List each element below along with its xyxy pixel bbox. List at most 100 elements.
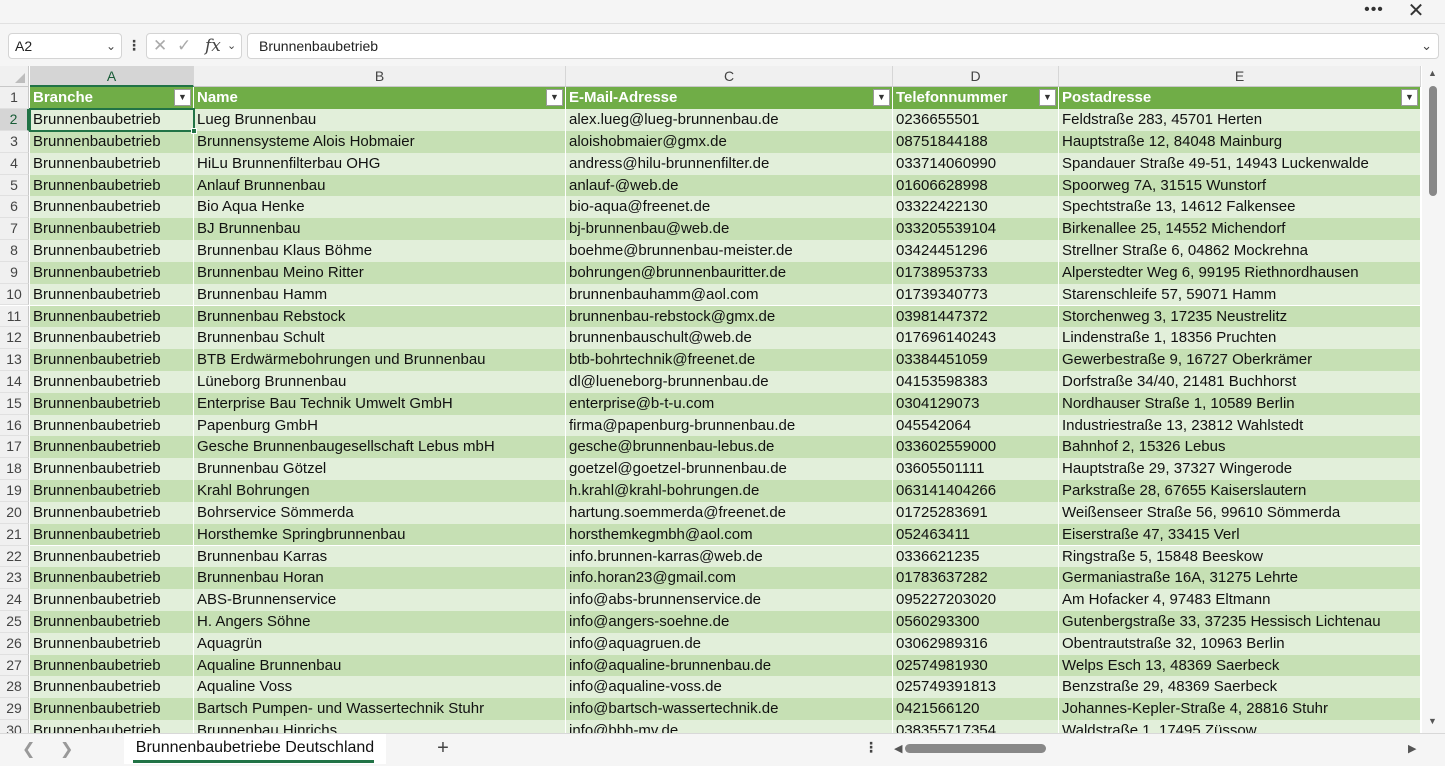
table-cell-postadresse[interactable]: Ringstraße 5, 15848 Beeskow [1059, 545, 1421, 568]
table-cell-email[interactable]: bohrungen@brunnenbauritter.de [566, 261, 893, 284]
table-cell-postadresse[interactable]: Birkenallee 25, 14552 Michendorf [1059, 218, 1421, 241]
table-cell-email[interactable]: firma@papenburg-brunnenbau.de [566, 414, 893, 437]
table-cell-email[interactable]: info.horan23@gmail.com [566, 567, 893, 590]
table-cell-name[interactable]: Bartsch Pumpen- und Wassertechnik Stuhr [194, 698, 566, 721]
table-cell-name[interactable]: H. Angers Söhne [194, 610, 566, 633]
spreadsheet-grid[interactable]: A B C D E 1 Branche ▼ Name ▼ E-Mail-Adresse ▼ Telefo… [0, 66, 1422, 733]
table-cell-telefon[interactable]: 03062989316 [893, 632, 1059, 655]
row-header[interactable]: 29 [0, 698, 29, 721]
scroll-up-icon[interactable]: ▲ [1428, 68, 1437, 78]
table-cell-telefon[interactable]: 033714060990 [893, 152, 1059, 175]
table-cell-name[interactable]: Enterprise Bau Technik Umwelt GmbH [194, 392, 566, 415]
table-cell-name[interactable]: Brunnenbau Karras [194, 545, 566, 568]
table-cell-branche[interactable]: Brunnenbaubetrieb [30, 589, 194, 611]
table-cell-telefon[interactable]: 063141404266 [893, 480, 1059, 502]
row-header[interactable]: 13 [0, 349, 29, 371]
table-cell-postadresse[interactable]: Hauptstraße 12, 84048 Mainburg [1059, 130, 1421, 153]
table-cell-name[interactable]: Lueg Brunnenbau [194, 109, 566, 131]
table-cell-postadresse[interactable]: Benzstraße 29, 48369 Saerbeck [1059, 676, 1421, 699]
table-cell-telefon[interactable]: 04153598383 [893, 370, 1059, 393]
table-cell-email[interactable]: h.krahl@krahl-bohrungen.de [566, 480, 893, 502]
row-header[interactable]: 1 [0, 87, 29, 110]
table-cell-name[interactable]: Brunnenbau Götzel [194, 458, 566, 481]
horizontal-scroll-thumb[interactable] [905, 744, 1046, 753]
table-cell-email[interactable]: hartung.soemmerda@freenet.de [566, 501, 893, 524]
row-header[interactable]: 8 [0, 240, 29, 262]
table-cell-name[interactable]: BTB Erdwärmebohrungen und Brunnenbau [194, 349, 566, 371]
row-header[interactable]: 17 [0, 436, 29, 459]
table-cell-postadresse[interactable]: Alperstedter Weg 6, 99195 Riethnordhause… [1059, 261, 1421, 284]
row-header[interactable]: 30 [0, 720, 29, 733]
table-cell-branche[interactable]: Brunnenbaubetrieb [30, 392, 194, 415]
table-cell-postadresse[interactable]: Feldstraße 283, 45701 Herten [1059, 109, 1421, 131]
table-cell-email[interactable]: anlauf-@web.de [566, 174, 893, 197]
row-header[interactable]: 5 [0, 174, 29, 197]
table-cell-email[interactable]: dl@lueneborg-brunnenbau.de [566, 370, 893, 393]
table-cell-telefon[interactable]: 0560293300 [893, 610, 1059, 633]
table-cell-telefon[interactable]: 08751844188 [893, 130, 1059, 153]
cancel-icon[interactable]: ✕ [153, 34, 167, 58]
table-cell-telefon[interactable]: 033205539104 [893, 218, 1059, 241]
table-cell-email[interactable]: aloishobmaier@gmx.de [566, 130, 893, 153]
table-header-branche[interactable]: Branche ▼ [30, 87, 194, 110]
row-header[interactable]: 25 [0, 610, 29, 633]
plus-icon[interactable]: + [432, 736, 454, 762]
table-cell-name[interactable]: Brunnenbau Hamm [194, 283, 566, 306]
table-cell-branche[interactable]: Brunnenbaubetrieb [30, 720, 194, 733]
table-cell-email[interactable]: info@bartsch-wassertechnik.de [566, 698, 893, 721]
table-cell-email[interactable]: andress@hilu-brunnenfilter.de [566, 152, 893, 175]
table-cell-postadresse[interactable]: Gewerbestraße 9, 16727 Oberkrämer [1059, 349, 1421, 371]
table-cell-postadresse[interactable]: Spoorweg 7A, 31515 Wunstorf [1059, 174, 1421, 197]
filter-dropdown-icon[interactable]: ▼ [1039, 89, 1056, 107]
row-header[interactable]: 27 [0, 654, 29, 677]
table-cell-email[interactable]: btb-bohrtechnik@freenet.de [566, 349, 893, 371]
table-cell-branche[interactable]: Brunnenbaubetrieb [30, 349, 194, 371]
table-cell-postadresse[interactable]: Starenschleife 57, 59071 Hamm [1059, 283, 1421, 306]
table-cell-telefon[interactable]: 01606628998 [893, 174, 1059, 197]
row-header[interactable]: 15 [0, 392, 29, 415]
table-header-postadresse[interactable]: Postadresse ▼ [1059, 87, 1421, 110]
table-cell-telefon[interactable]: 0421566120 [893, 698, 1059, 721]
table-cell-branche[interactable]: Brunnenbaubetrieb [30, 523, 194, 546]
table-cell-postadresse[interactable]: Dorfstraße 34/40, 21481 Buchhorst [1059, 370, 1421, 393]
scroll-left-icon[interactable]: ◀ [894, 742, 902, 755]
table-cell-email[interactable]: bj-brunnenbau@web.de [566, 218, 893, 241]
row-header[interactable]: 6 [0, 196, 29, 219]
table-cell-postadresse[interactable]: Spandauer Straße 49-51, 14943 Luckenwald… [1059, 152, 1421, 175]
table-cell-email[interactable]: info@angers-soehne.de [566, 610, 893, 633]
row-header[interactable]: 10 [0, 283, 29, 306]
table-cell-branche[interactable]: Brunnenbaubetrieb [30, 567, 194, 590]
table-cell-name[interactable]: Aqualine Voss [194, 676, 566, 699]
table-cell-name[interactable]: Gesche Brunnenbaugesellschaft Lebus mbH [194, 436, 566, 459]
table-cell-email[interactable]: brunnenbauschult@web.de [566, 327, 893, 350]
table-cell-name[interactable]: Horsthemke Springbrunnenbau [194, 523, 566, 546]
table-cell-email[interactable]: brunnenbauhamm@aol.com [566, 283, 893, 306]
row-header[interactable]: 28 [0, 676, 29, 699]
table-cell-postadresse[interactable]: Welps Esch 13, 48369 Saerbeck [1059, 654, 1421, 677]
table-cell-branche[interactable]: Brunnenbaubetrieb [30, 327, 194, 350]
scroll-down-icon[interactable]: ▼ [1428, 716, 1437, 726]
chevron-right-icon[interactable]: ❯ [60, 739, 73, 759]
row-header[interactable]: 3 [0, 130, 29, 153]
table-cell-name[interactable]: Brunnenbau Klaus Böhme [194, 240, 566, 262]
table-cell-telefon[interactable]: 033602559000 [893, 436, 1059, 459]
row-header[interactable]: 18 [0, 458, 29, 481]
table-cell-name[interactable]: Papenburg GmbH [194, 414, 566, 437]
check-icon[interactable]: ✓ [177, 34, 191, 58]
table-cell-telefon[interactable]: 0336621235 [893, 545, 1059, 568]
vertical-scrollbar[interactable]: ▲ ▼ [1424, 66, 1445, 733]
expand-formula-icon[interactable]: ⌄ [1421, 34, 1432, 58]
table-cell-postadresse[interactable]: Storchenweg 3, 17235 Neustrelitz [1059, 305, 1421, 328]
close-icon[interactable]: ✕ [1402, 0, 1430, 24]
table-cell-name[interactable]: BJ Brunnenbau [194, 218, 566, 241]
column-header-d[interactable]: D [893, 66, 1059, 87]
table-cell-email[interactable]: info@aqualine-brunnenbau.de [566, 654, 893, 677]
row-header[interactable]: 23 [0, 567, 29, 590]
row-header[interactable]: 21 [0, 523, 29, 546]
column-header-b[interactable]: B [194, 66, 566, 87]
table-cell-name[interactable]: HiLu Brunnenfilterbau OHG [194, 152, 566, 175]
column-header-c[interactable]: C [566, 66, 893, 87]
table-cell-postadresse[interactable]: Obentrautstraße 32, 10963 Berlin [1059, 632, 1421, 655]
row-header[interactable]: 11 [0, 305, 29, 328]
row-header[interactable]: 14 [0, 370, 29, 393]
